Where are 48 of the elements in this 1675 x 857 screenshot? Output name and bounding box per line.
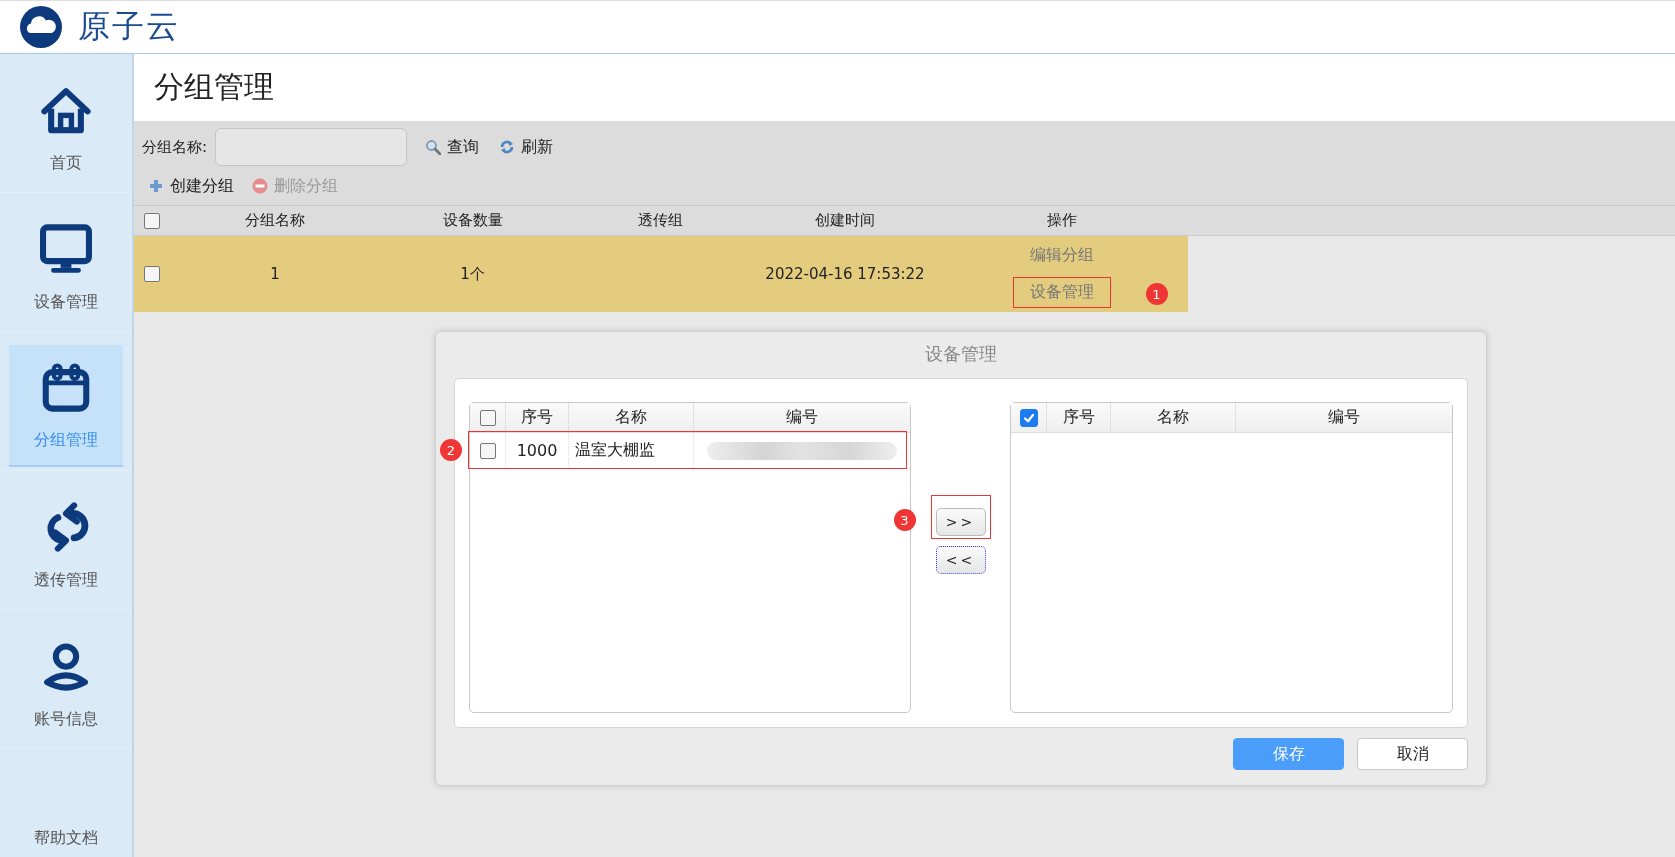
table-cell: 温室大棚监 [575, 440, 655, 461]
move-button[interactable]: >> [935, 508, 986, 536]
page-title: 分组管理 [154, 68, 274, 106]
checkbox[interactable] [1019, 408, 1038, 427]
checkbox[interactable] [144, 212, 160, 229]
dialog-title: 设备管理 [924, 342, 998, 366]
table-cell: 1个 [460, 264, 485, 284]
step-badge: 1 [1145, 283, 1168, 305]
column-header: 名称 [615, 407, 647, 428]
column-header: 透传组 [637, 211, 683, 230]
table-cell: 2022-04-16 17:53:22 [765, 265, 925, 283]
search-field[interactable] [215, 128, 408, 166]
plus-icon [148, 178, 164, 194]
refresh-button[interactable]: 刷新 [493, 136, 560, 158]
sidebar-item[interactable]: 设备管理 [9, 206, 123, 328]
refresh-icon [499, 139, 516, 155]
column-header: 序号 [1062, 407, 1095, 428]
field-label: 分组名称: [142, 137, 208, 157]
checkbox[interactable] [479, 409, 496, 426]
create-group-button[interactable]: 创建分组 [142, 175, 240, 197]
column-header: 序号 [521, 407, 553, 428]
sidebar-item[interactable]: 首页 [9, 67, 123, 189]
column-header: 设备数量 [442, 211, 503, 230]
monitor-icon [39, 221, 93, 276]
checkbox[interactable] [144, 266, 160, 282]
column-header: 名称 [1157, 407, 1190, 428]
search-button[interactable]: 查询 [419, 136, 486, 158]
column-header: 操作 [1046, 211, 1077, 230]
minus-circle-icon [252, 178, 268, 194]
step-badge: 2 [440, 439, 462, 461]
table-cell: 1000 [516, 441, 558, 460]
cancel-button[interactable]: 取消 [1357, 738, 1468, 770]
sidebar-item[interactable]: 帮助文档 [9, 828, 123, 849]
cloud-logo-icon [20, 6, 62, 48]
sidebar-item[interactable]: 透传管理 [9, 484, 123, 606]
checkbox[interactable] [479, 442, 496, 459]
column-header: 编号 [785, 407, 818, 428]
column-header: 编号 [1328, 407, 1361, 428]
app-title: 原子云 [78, 6, 180, 47]
move-button[interactable]: << [935, 546, 986, 574]
checkmark-icon [1022, 411, 1035, 424]
column-header: 创建时间 [815, 211, 875, 230]
table-row[interactable]: 1 1个 2022-04-16 17:53:22 编辑分组 设备管理 1 [134, 236, 1188, 312]
column-header: 分组名称 [245, 211, 305, 230]
table-cell: 1 [270, 265, 280, 283]
sidebar-item[interactable]: 账号信息 [9, 623, 123, 745]
step-badge: 3 [893, 509, 916, 531]
search-icon [425, 139, 442, 155]
